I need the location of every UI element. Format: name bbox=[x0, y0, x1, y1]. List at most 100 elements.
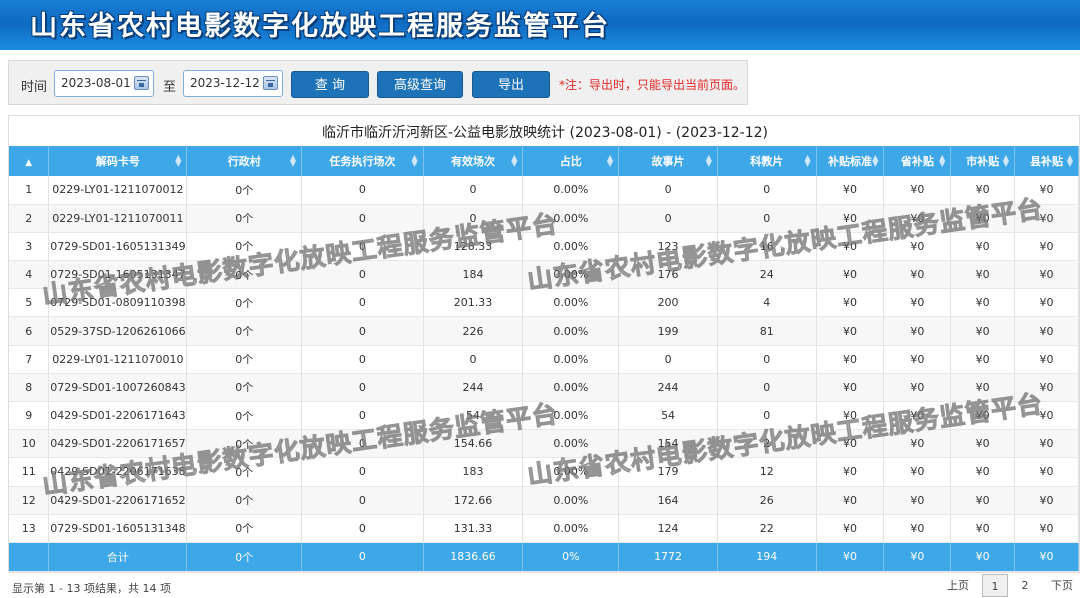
table-cell: 184 bbox=[423, 260, 524, 290]
next-page-link[interactable]: 下页 bbox=[1044, 574, 1080, 597]
table-cell: 0 bbox=[301, 401, 424, 431]
table-row: 4 0729-SD01-1605131347 0个 0 184 0.00% 176 24 ¥0 ¥… bbox=[9, 260, 1079, 290]
table-row: 3 0729-SD01-1605131349 0个 0 128.33 0.00% 123 16… bbox=[9, 232, 1079, 262]
row-index-cell: 12 bbox=[9, 486, 50, 515]
table-cell: 0 bbox=[717, 345, 817, 374]
table-cell: ¥0 bbox=[950, 401, 1016, 431]
table-cell: ¥0 bbox=[1014, 316, 1079, 346]
export-button[interactable]: 导出 bbox=[472, 71, 550, 98]
row-index-cell: 5 bbox=[9, 288, 50, 318]
table-cell: 0429-SD01-2206171638 bbox=[48, 457, 188, 487]
table-cell: 244 bbox=[423, 373, 524, 403]
sort-icon: ▲ ▼ bbox=[511, 153, 518, 168]
column-header[interactable]: 解码卡号 ▲ ▼ bbox=[48, 146, 188, 176]
table-cell: ¥0 bbox=[816, 176, 885, 205]
app-title: 山东省农村电影数字化放映工程服务监管平台 bbox=[30, 11, 610, 42]
table-cell: 0 bbox=[618, 204, 718, 233]
table-cell: 183 bbox=[423, 457, 524, 487]
table-cell: 0个 bbox=[186, 204, 303, 233]
table-cell: 54 bbox=[618, 401, 718, 431]
table-cell: ¥0 bbox=[816, 373, 885, 403]
table-cell: ¥0 bbox=[1014, 176, 1079, 205]
table-cell: ¥0 bbox=[950, 514, 1016, 543]
table-cell: ¥0 bbox=[950, 457, 1016, 487]
table-cell: 0.00% bbox=[522, 316, 620, 346]
table-cell: 0 bbox=[301, 345, 424, 374]
table-cell: 0 bbox=[717, 204, 817, 233]
table-cell: 0 bbox=[301, 260, 424, 290]
table-cell: 0.00% bbox=[522, 486, 620, 515]
start-date-value: 2023-08-01 bbox=[61, 76, 131, 90]
table-cell: 0 bbox=[717, 401, 817, 431]
query-button[interactable]: 查 询 bbox=[291, 71, 369, 98]
sort-asc-icon: ▲ bbox=[25, 157, 33, 168]
time-label: 时间 bbox=[21, 80, 48, 95]
prev-page-link[interactable]: 上页 bbox=[940, 574, 976, 597]
stats-panel: 临沂市临沂沂河新区-公益电影放映统计 (2023-08-01) - (2023-… bbox=[8, 115, 1080, 573]
table-cell: ¥0 bbox=[816, 429, 885, 459]
to-label: 至 bbox=[163, 80, 177, 95]
advanced-query-button[interactable]: 高级查询 bbox=[377, 71, 463, 98]
table-cell: ¥0 bbox=[883, 401, 952, 431]
total-cell: ¥0 bbox=[816, 542, 885, 572]
table-cell: ¥0 bbox=[950, 373, 1016, 403]
table-cell: 0.00% bbox=[522, 373, 620, 403]
table-cell: 0 bbox=[301, 457, 424, 487]
table-cell: ¥0 bbox=[950, 316, 1016, 346]
table-cell: ¥0 bbox=[816, 288, 885, 318]
table-row: 1 0229-LY01-1211070012 0个 0 0 0.00% 0 0 ¥0 ¥0 ¥0 ¥0 bbox=[9, 176, 1079, 205]
column-header[interactable]: 故事片 ▲ ▼ bbox=[618, 146, 718, 176]
table-cell: 0729-SD01-0809110398 bbox=[48, 288, 188, 318]
column-header[interactable]: 占比 ▲ ▼ bbox=[522, 146, 620, 176]
page-2-link[interactable]: 2 bbox=[1012, 574, 1038, 597]
column-header[interactable]: 县补贴 ▲ ▼ bbox=[1014, 146, 1079, 176]
table-cell: ¥0 bbox=[883, 232, 952, 262]
column-header[interactable]: 科教片 ▲ ▼ bbox=[717, 146, 817, 176]
table-cell: ¥0 bbox=[950, 429, 1016, 459]
table-cell: 0 bbox=[618, 176, 718, 205]
table-cell: ¥0 bbox=[1014, 401, 1079, 431]
calendar-icon[interactable] bbox=[263, 76, 278, 90]
column-header[interactable]: 行政村 ▲ ▼ bbox=[186, 146, 303, 176]
table-cell: ¥0 bbox=[816, 401, 885, 431]
table-row: 13 0729-SD01-1605131348 0个 0 131.33 0.00% 124 2… bbox=[9, 514, 1079, 543]
table-row: 12 0429-SD01-2206171652 0个 0 172.66 0.00% 164 2… bbox=[9, 486, 1079, 515]
table-cell: 0.00% bbox=[522, 232, 620, 262]
table-cell: 0229-LY01-1211070011 bbox=[48, 204, 188, 233]
column-header[interactable]: 省补贴 ▲ ▼ bbox=[883, 146, 952, 176]
column-header[interactable]: 有效场次 ▲ ▼ bbox=[423, 146, 524, 176]
index-header[interactable]: ▲ bbox=[9, 146, 50, 176]
table-cell: 0 bbox=[301, 204, 424, 233]
table-cell: 0 bbox=[301, 514, 424, 543]
start-date-input[interactable]: 2023-08-01 bbox=[54, 70, 154, 97]
table-cell: 0 bbox=[301, 176, 424, 205]
end-date-input[interactable]: 2023-12-12 bbox=[183, 70, 283, 97]
row-index-cell: 1 bbox=[9, 176, 50, 205]
table-cell: ¥0 bbox=[950, 176, 1016, 205]
table-cell: 0个 bbox=[186, 457, 303, 487]
total-cell: 0个 bbox=[186, 542, 303, 572]
table-cell: ¥0 bbox=[883, 345, 952, 374]
table-cell: ¥0 bbox=[883, 514, 952, 543]
column-header[interactable]: 任务执行场次 ▲ ▼ bbox=[301, 146, 424, 176]
table-cell: 0229-LY01-1211070012 bbox=[48, 176, 188, 205]
row-index-cell: 13 bbox=[9, 514, 50, 543]
column-header[interactable]: 市补贴 ▲ ▼ bbox=[950, 146, 1016, 176]
table-cell: ¥0 bbox=[883, 373, 952, 403]
table-cell: 0 bbox=[717, 176, 817, 205]
total-cell: ¥0 bbox=[950, 542, 1016, 572]
row-index-cell: 6 bbox=[9, 316, 50, 346]
sort-icon: ▲ ▼ bbox=[939, 153, 946, 168]
table-cell: ¥0 bbox=[816, 260, 885, 290]
table-cell: 0.00% bbox=[522, 204, 620, 233]
row-index-cell: 7 bbox=[9, 345, 50, 374]
column-header[interactable]: 补贴标准 ▲ ▼ bbox=[816, 146, 885, 176]
sort-icon: ▲ ▼ bbox=[175, 153, 182, 168]
calendar-icon[interactable] bbox=[134, 76, 149, 90]
page-1-link[interactable]: 1 bbox=[982, 574, 1008, 597]
table-cell: ¥0 bbox=[1014, 345, 1079, 374]
table-row: 11 0429-SD01-2206171638 0个 0 183 0.00% 179 12 ¥0… bbox=[9, 457, 1079, 487]
table-cell: 124 bbox=[618, 514, 718, 543]
row-index-cell: 2 bbox=[9, 204, 50, 233]
table-cell: 0 bbox=[423, 204, 524, 233]
